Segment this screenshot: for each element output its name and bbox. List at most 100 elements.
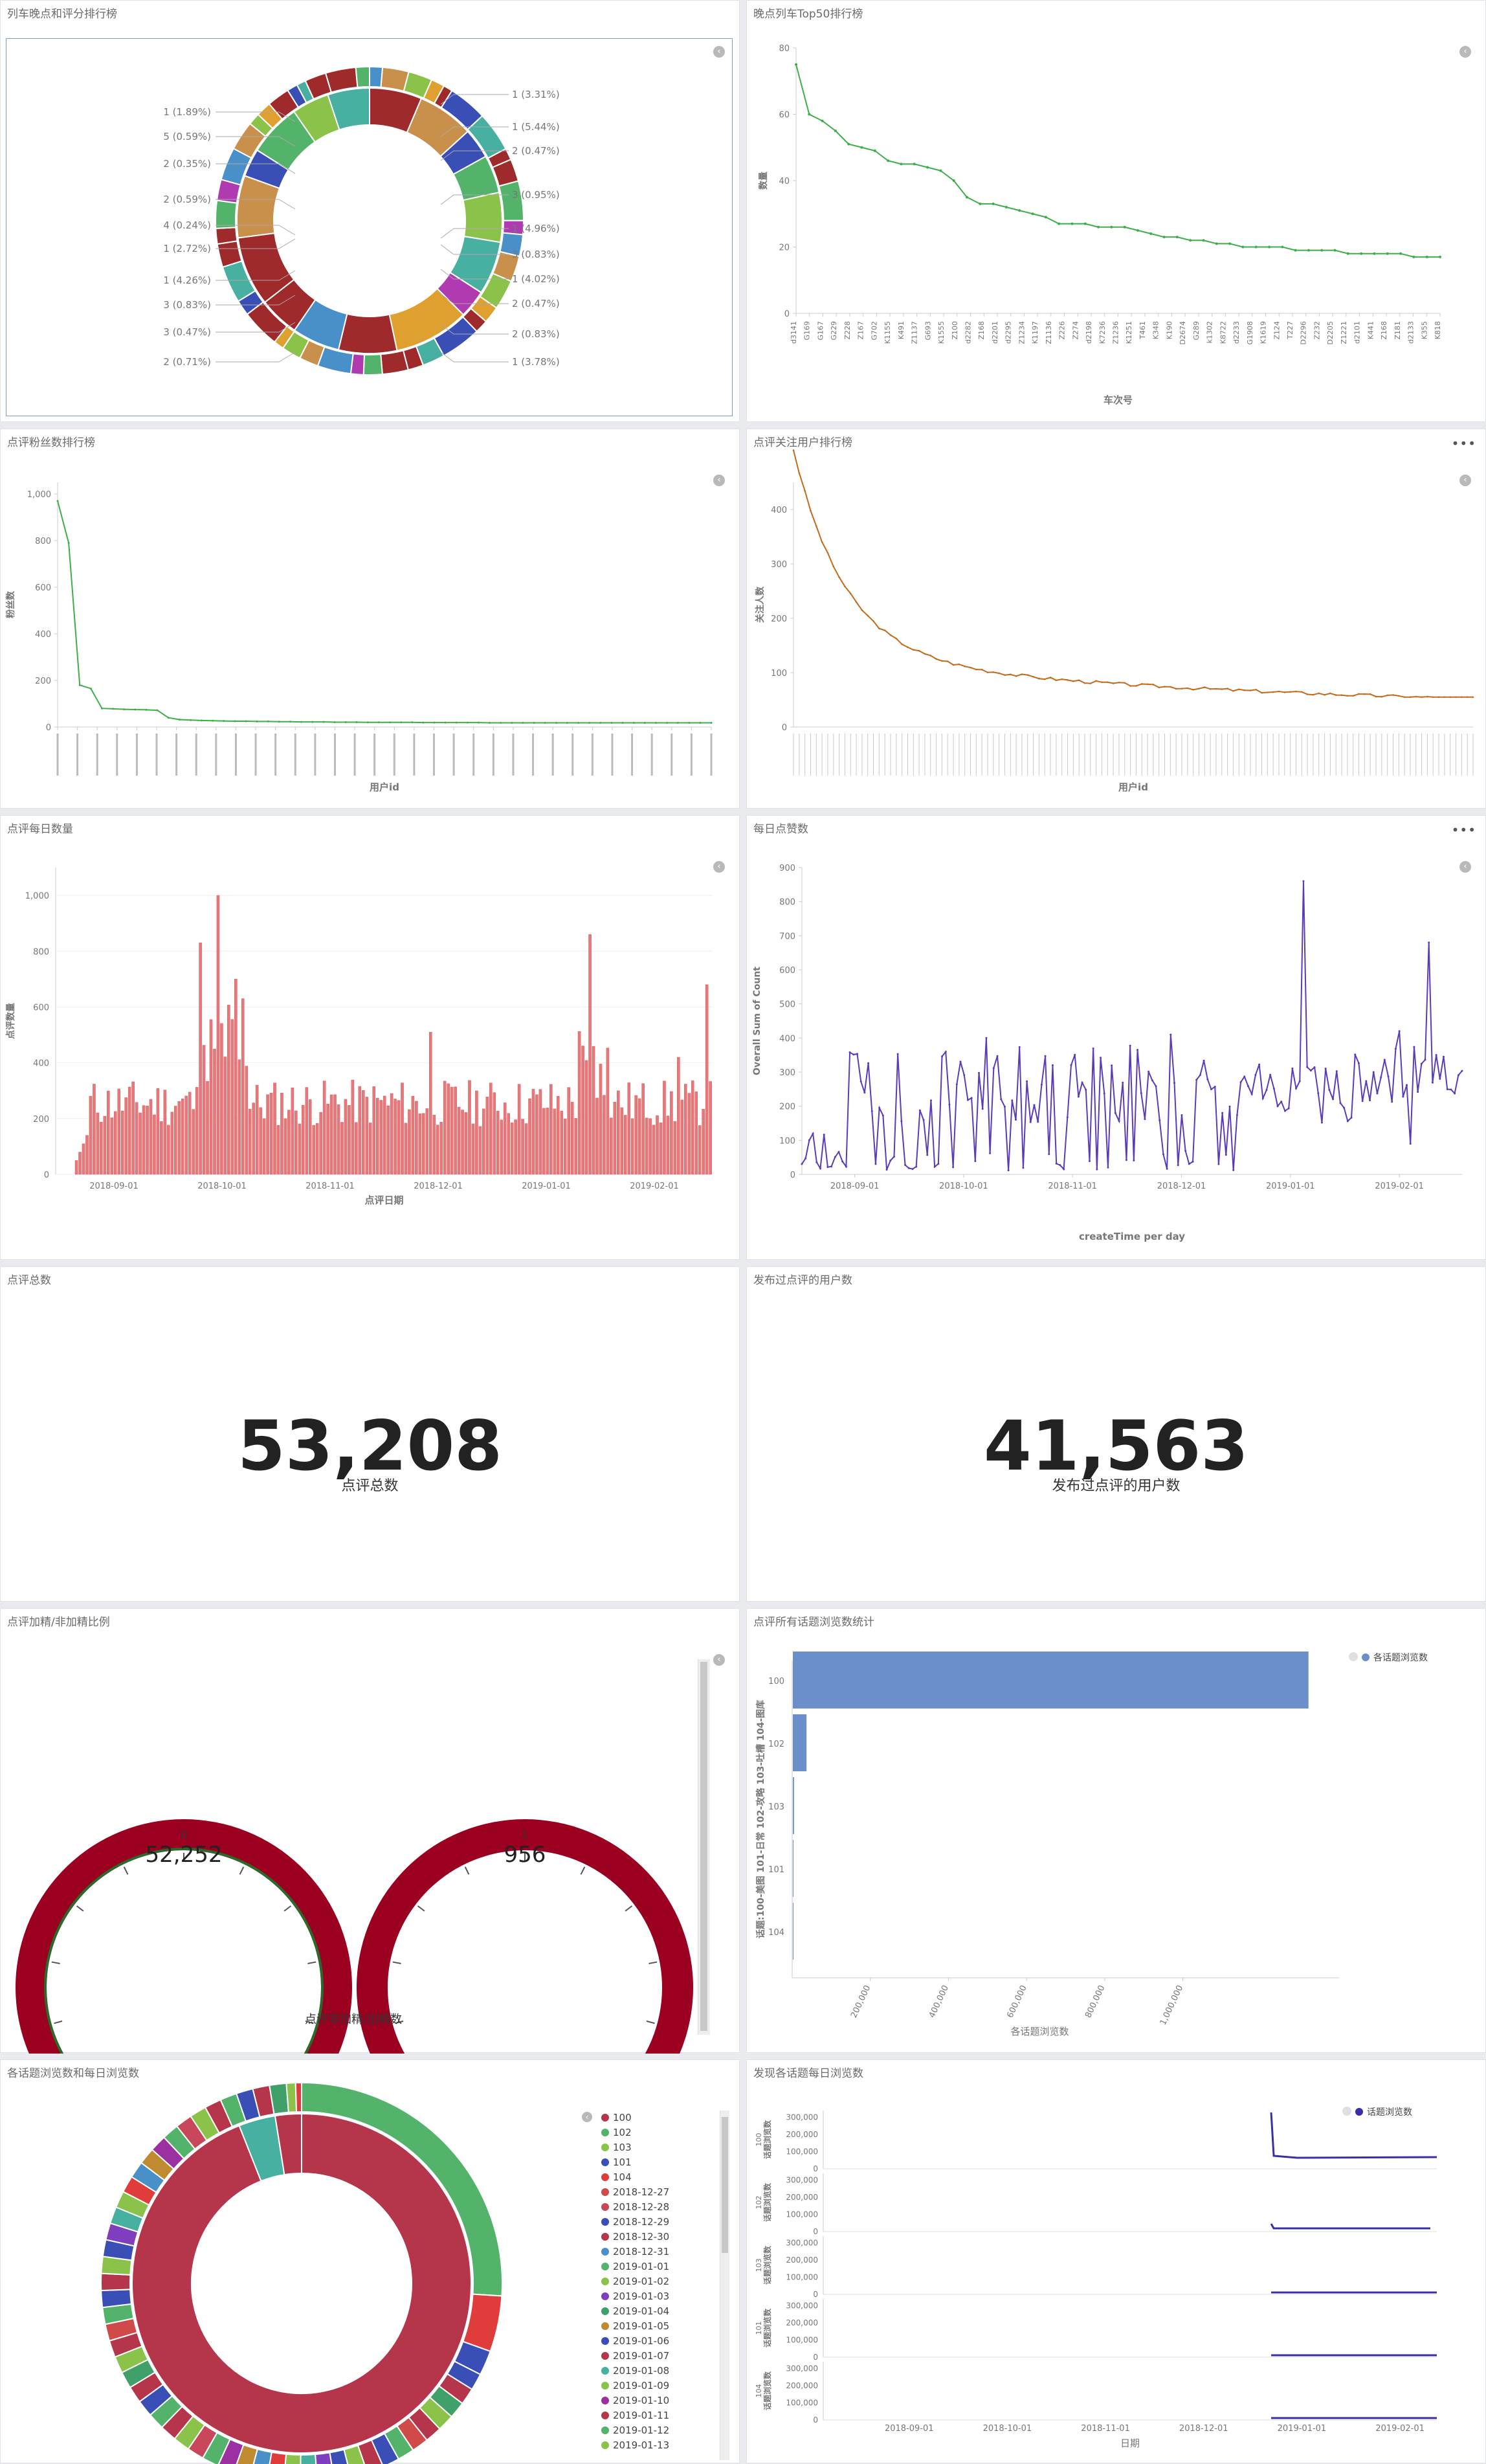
legend-item[interactable]: 100 xyxy=(601,2112,632,2123)
legend-item[interactable]: 103 xyxy=(601,2142,632,2153)
data-point xyxy=(1199,1074,1201,1076)
y-tick-label: 300,000 xyxy=(786,2239,818,2248)
data-point xyxy=(1085,1089,1087,1091)
data-point xyxy=(1232,1169,1234,1171)
data-point xyxy=(915,1166,917,1168)
data-point xyxy=(844,585,846,587)
donut-label: 2 (0.47%) xyxy=(512,145,560,157)
legend-item[interactable]: 2018-12-28 xyxy=(601,2201,669,2213)
y-axis-title: 话题:100-美图 101-日常 102-攻略 103-吐槽 104-图库 xyxy=(755,1700,766,1938)
data-point xyxy=(1406,1084,1408,1086)
data-point xyxy=(861,146,863,149)
data-point xyxy=(1129,1045,1131,1047)
data-point xyxy=(711,722,713,724)
data-point xyxy=(930,1099,932,1101)
data-point xyxy=(907,646,909,648)
legend-item[interactable]: 2019-01-07 xyxy=(601,2350,669,2362)
legend-item[interactable]: 2018-12-31 xyxy=(601,2246,669,2257)
bar xyxy=(674,1121,676,1174)
data-point xyxy=(79,684,81,686)
legend-label: 2019-01-04 xyxy=(613,2305,669,2317)
x-tick-label: G702 xyxy=(870,321,878,341)
bar xyxy=(793,1777,794,1834)
data-point xyxy=(1215,242,1218,245)
bar xyxy=(277,1125,280,1174)
data-point xyxy=(887,159,889,162)
bar xyxy=(195,1087,198,1174)
legend-item[interactable]: 101 xyxy=(601,2156,632,2168)
legend-item[interactable]: 2019-01-02 xyxy=(601,2276,669,2287)
legend-item[interactable]: 2019-01-09 xyxy=(601,2380,669,2391)
legend-item[interactable]: 2019-01-08 xyxy=(601,2365,669,2377)
legend-item[interactable]: 104 xyxy=(601,2171,632,2183)
bar xyxy=(582,1046,584,1174)
gauge-1-tick xyxy=(581,1867,585,1875)
y-tick-label: 0 xyxy=(813,2415,818,2425)
x-axis-title: 车次号 xyxy=(1103,394,1133,406)
data-point xyxy=(1272,691,1274,693)
x-tick-label: 2019-02-01 xyxy=(630,1182,679,1191)
legend-item[interactable]: 2019-01-06 xyxy=(601,2335,669,2347)
donut-outer-slice xyxy=(356,67,370,87)
legend-item[interactable]: 2018-12-29 xyxy=(601,2216,669,2228)
legend-swatch xyxy=(601,2397,609,2404)
legend-item[interactable]: 2019-01-11 xyxy=(601,2410,669,2421)
legend-item[interactable]: 2018-12-30 xyxy=(601,2231,669,2243)
legend-label: 2019-01-13 xyxy=(613,2439,669,2451)
bar xyxy=(167,1125,170,1174)
y-tick-label: 300 xyxy=(771,560,787,570)
legend-swatch xyxy=(601,2233,609,2241)
bar xyxy=(652,1125,655,1174)
legend-item[interactable]: 102 xyxy=(601,2127,632,2138)
bar xyxy=(461,1110,463,1174)
data-point xyxy=(795,63,797,66)
data-point xyxy=(434,722,436,724)
data-point xyxy=(400,721,402,723)
scrollbar[interactable] xyxy=(720,2111,729,2460)
data-point xyxy=(1376,1092,1378,1094)
data-point xyxy=(1295,1088,1297,1090)
scrollbar-thumb[interactable] xyxy=(722,2117,728,2253)
data-point xyxy=(872,620,874,622)
data-point xyxy=(1124,682,1126,684)
data-point xyxy=(1097,226,1100,229)
bar xyxy=(419,1114,421,1174)
data-point xyxy=(1391,1101,1393,1103)
bar xyxy=(592,1046,595,1174)
data-point xyxy=(823,1134,825,1136)
bar xyxy=(157,1088,159,1174)
legend-item[interactable]: 2019-01-05 xyxy=(601,2320,669,2332)
data-point xyxy=(804,1158,806,1159)
legend-item[interactable]: 2018-12-27 xyxy=(601,2186,669,2198)
legend-item[interactable]: 2019-01-03 xyxy=(601,2290,669,2302)
bar xyxy=(380,1100,383,1174)
data-point xyxy=(1284,691,1286,693)
y-tick-label: 103 xyxy=(768,1802,784,1812)
legend-item[interactable]: 2019-01-01 xyxy=(601,2261,669,2272)
bar xyxy=(263,1119,265,1174)
x-axis-title: 用户id xyxy=(1118,781,1148,793)
donut-inner-slice xyxy=(463,192,502,242)
data-point xyxy=(1011,1099,1013,1101)
donut-label: 2 (0.71%) xyxy=(163,356,211,368)
data-point xyxy=(1399,252,1402,255)
legend-item[interactable]: 2019-01-13 xyxy=(601,2439,669,2451)
legend-swatch xyxy=(601,2173,609,2181)
data-point xyxy=(834,129,837,132)
legend-item[interactable]: 2019-01-10 xyxy=(601,2395,669,2406)
data-point xyxy=(886,1169,888,1170)
data-point xyxy=(904,1164,906,1166)
bar xyxy=(351,1080,354,1174)
data-point xyxy=(900,1120,902,1122)
chevron-left-icon[interactable]: ‹ xyxy=(582,2112,592,2122)
legend-item[interactable]: 2019-01-12 xyxy=(601,2425,669,2436)
series-line xyxy=(1271,2224,1430,2228)
y-tick-label: 200 xyxy=(771,614,787,624)
data-point xyxy=(1438,697,1440,699)
data-point xyxy=(808,1139,810,1141)
data-point xyxy=(1151,1079,1153,1081)
legend-item[interactable]: 2019-01-04 xyxy=(601,2305,669,2317)
bar xyxy=(617,1091,619,1174)
panel-topic-daily-views: 发现各话题每日浏览数 话题浏览数 0100,000200,000300,0001… xyxy=(746,2059,1486,2463)
bar xyxy=(171,1112,173,1174)
